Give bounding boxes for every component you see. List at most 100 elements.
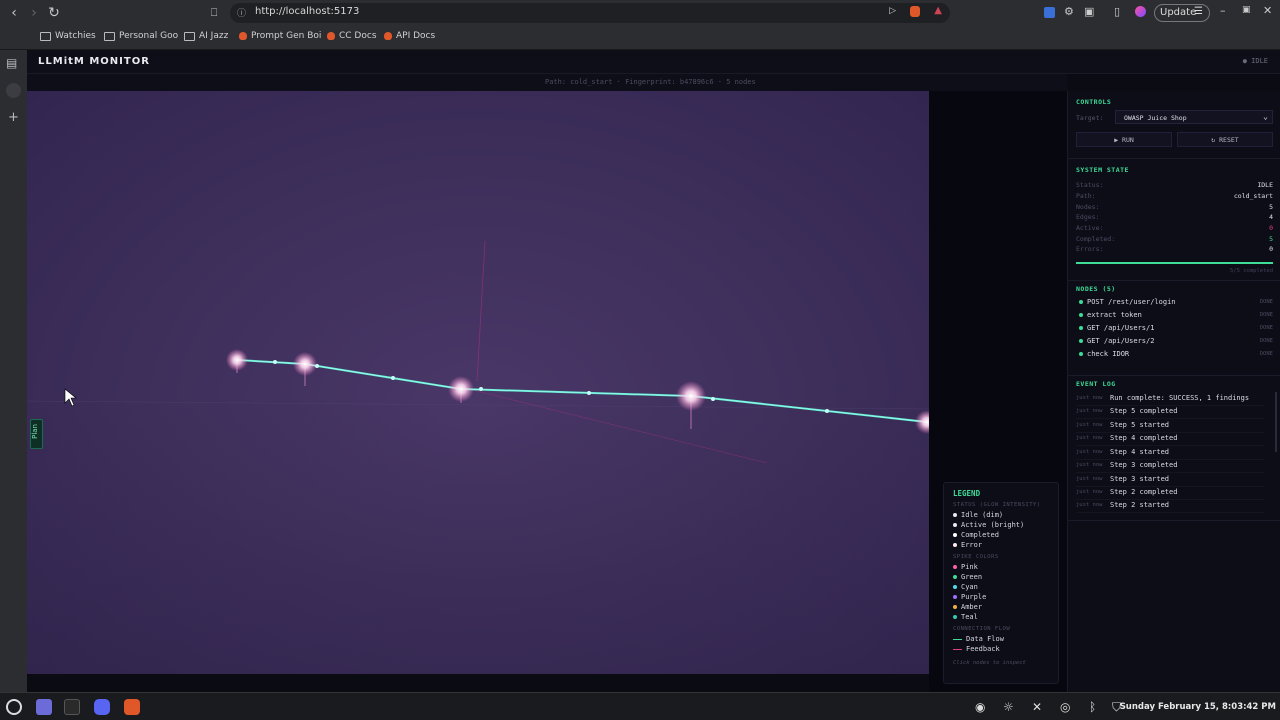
- divider: [1068, 375, 1280, 376]
- url-text: http://localhost:5173: [255, 6, 360, 17]
- log-entry: just now Run complete: SUCCESS, 1 finding…: [1076, 393, 1265, 406]
- target-label: Target:: [1076, 114, 1104, 122]
- nodes-title: NODES (5): [1076, 285, 1116, 293]
- reset-button[interactable]: ↻ RESET: [1177, 132, 1273, 147]
- bookmark-icon[interactable]: ⎕: [204, 3, 224, 23]
- discord-tray-icon[interactable]: ◉: [975, 700, 985, 714]
- plan-tab[interactable]: Plan: [30, 419, 43, 449]
- puzzle-icon[interactable]: ⚙: [1064, 5, 1074, 18]
- extension-icon[interactable]: [1044, 7, 1055, 18]
- brave-browser-icon[interactable]: [124, 699, 140, 715]
- app-header: LLMitM MONITOR ● IDLE: [27, 50, 1280, 74]
- leo-ai-icon[interactable]: [1135, 6, 1146, 17]
- file-manager-icon[interactable]: [36, 699, 52, 715]
- maximize-icon[interactable]: ▣: [1242, 5, 1251, 15]
- app-title: LLMitM MONITOR: [38, 56, 150, 67]
- legend-title: LEGEND: [953, 489, 981, 498]
- status-dot-icon: [1079, 326, 1083, 330]
- sidebar-toggle-icon[interactable]: ▯: [1114, 5, 1120, 18]
- panel-icon[interactable]: ▤: [6, 56, 17, 70]
- graph-node-4[interactable]: [676, 381, 706, 411]
- progress-text: 5/5 completed: [1229, 268, 1273, 274]
- dot-icon: [953, 533, 957, 537]
- dot-icon: [953, 585, 957, 589]
- back-icon[interactable]: ‹: [4, 3, 24, 23]
- steam-tray-icon[interactable]: ◎: [1060, 700, 1070, 714]
- legend-spike-item: Teal: [953, 612, 1049, 622]
- node-item[interactable]: GET /api/Users/2 DONE: [1079, 336, 1273, 348]
- menu-icon: ☰: [1194, 6, 1203, 17]
- start-menu-icon[interactable]: [6, 699, 22, 715]
- legend-spike-item: Green: [953, 572, 1049, 582]
- graph-svg[interactable]: [27, 91, 929, 674]
- update-label: Update: [1160, 7, 1197, 18]
- dot-icon: [953, 605, 957, 609]
- graph-node-3[interactable]: [448, 376, 474, 402]
- legend-status-item: Idle (dim): [953, 510, 1049, 520]
- add-icon[interactable]: +: [8, 110, 19, 125]
- progress-fill: [1076, 262, 1273, 264]
- state-row-path: Path: cold_start: [1076, 192, 1273, 200]
- update-button[interactable]: Update ☰: [1154, 4, 1210, 22]
- media-play-icon[interactable]: ▷: [889, 6, 896, 16]
- node-item[interactable]: extract token DONE: [1079, 310, 1273, 322]
- legend-flow-title: CONNECTION FLOW: [953, 626, 1011, 632]
- browser-sidebar: ▤ +: [0, 50, 27, 692]
- log-scrollbar[interactable]: [1275, 392, 1277, 452]
- bluetooth-icon[interactable]: ᛒ: [1089, 700, 1096, 714]
- brave-icon: [327, 32, 335, 40]
- legend-status-item: Error: [953, 540, 1049, 550]
- status-dot-icon: [1079, 339, 1083, 343]
- discord-icon[interactable]: [94, 699, 110, 715]
- state-row-active: Active: 0: [1076, 224, 1273, 232]
- workspace-icon[interactable]: [6, 83, 21, 98]
- dot-icon: [953, 513, 957, 517]
- forward-icon[interactable]: ›: [24, 3, 44, 23]
- log-entry: just now Step 2 completed: [1076, 487, 1265, 500]
- tools-tray-icon[interactable]: ✕: [1032, 700, 1042, 714]
- graph-node-1[interactable]: [226, 349, 248, 371]
- legend-spike-item: Purple: [953, 592, 1049, 602]
- bookmark-personal-goo[interactable]: Personal Goo: [104, 31, 178, 41]
- legend-status-item: Active (bright): [953, 520, 1049, 530]
- brave-icon: [239, 32, 247, 40]
- browser-toolbar: ‹ › ↻ ⎕ ⓘ http://localhost:5173 ▷ ▲ ⚙ ▣ …: [0, 0, 1280, 26]
- legend-spike-item: Amber: [953, 602, 1049, 612]
- bookmark-cc-docs[interactable]: CC Docs: [327, 31, 377, 41]
- bookmark-ai-jazz[interactable]: AI Jazz: [184, 31, 228, 41]
- event-log-section: EVENT LOG just now Run complete: SUCCESS,…: [1076, 380, 1277, 520]
- folder-icon: [40, 31, 51, 41]
- node-item[interactable]: check IDOR DONE: [1079, 349, 1273, 361]
- status-dot-icon: [1079, 300, 1083, 304]
- legend-spike-item: Pink: [953, 562, 1049, 572]
- log-entry: just now Step 5 completed: [1076, 406, 1265, 419]
- legend-panel: LEGEND STATUS (GLOW INTENSITY) Idle (dim…: [943, 482, 1059, 684]
- state-row-completed: Completed: 5: [1076, 235, 1273, 243]
- reload-icon[interactable]: ↻: [44, 3, 64, 23]
- screenshot-icon[interactable]: ▣: [1084, 5, 1094, 18]
- site-info-icon[interactable]: ⓘ: [237, 6, 246, 19]
- target-select[interactable]: OWASP Juice Shop ⌄: [1115, 110, 1273, 124]
- run-button[interactable]: ▶ RUN: [1076, 132, 1172, 147]
- graph-node-2[interactable]: [293, 352, 317, 376]
- bookmark-api-docs[interactable]: API Docs: [384, 31, 435, 41]
- divider: [1068, 280, 1280, 281]
- brave-shields-icon[interactable]: [910, 6, 920, 17]
- bookmark-watchies[interactable]: Watchies: [40, 31, 96, 41]
- flow-particle: [825, 409, 829, 413]
- chevron-down-icon: ⌄: [1263, 112, 1268, 121]
- close-icon[interactable]: ✕: [1263, 4, 1272, 17]
- system-state-title: SYSTEM STATE: [1076, 166, 1129, 174]
- graph-canvas[interactable]: Plan: [27, 91, 929, 674]
- terminal-icon[interactable]: [64, 699, 80, 715]
- tray-app-icon[interactable]: ☼: [1003, 700, 1014, 714]
- clock[interactable]: Sunday February 15, 8:03:42 PM: [1120, 702, 1276, 712]
- node-item[interactable]: POST /rest/user/login DONE: [1079, 297, 1273, 309]
- minimize-icon[interactable]: –: [1220, 4, 1226, 17]
- log-entry: just now Step 3 started: [1076, 474, 1265, 487]
- node-item[interactable]: GET /api/Users/1 DONE: [1079, 323, 1273, 335]
- flow-particle: [391, 376, 395, 380]
- brave-rewards-icon[interactable]: ▲: [934, 5, 942, 16]
- address-bar[interactable]: ⓘ http://localhost:5173 ▷ ▲: [230, 3, 950, 23]
- bookmark-prompt-gen-boi[interactable]: Prompt Gen Boi: [239, 31, 321, 41]
